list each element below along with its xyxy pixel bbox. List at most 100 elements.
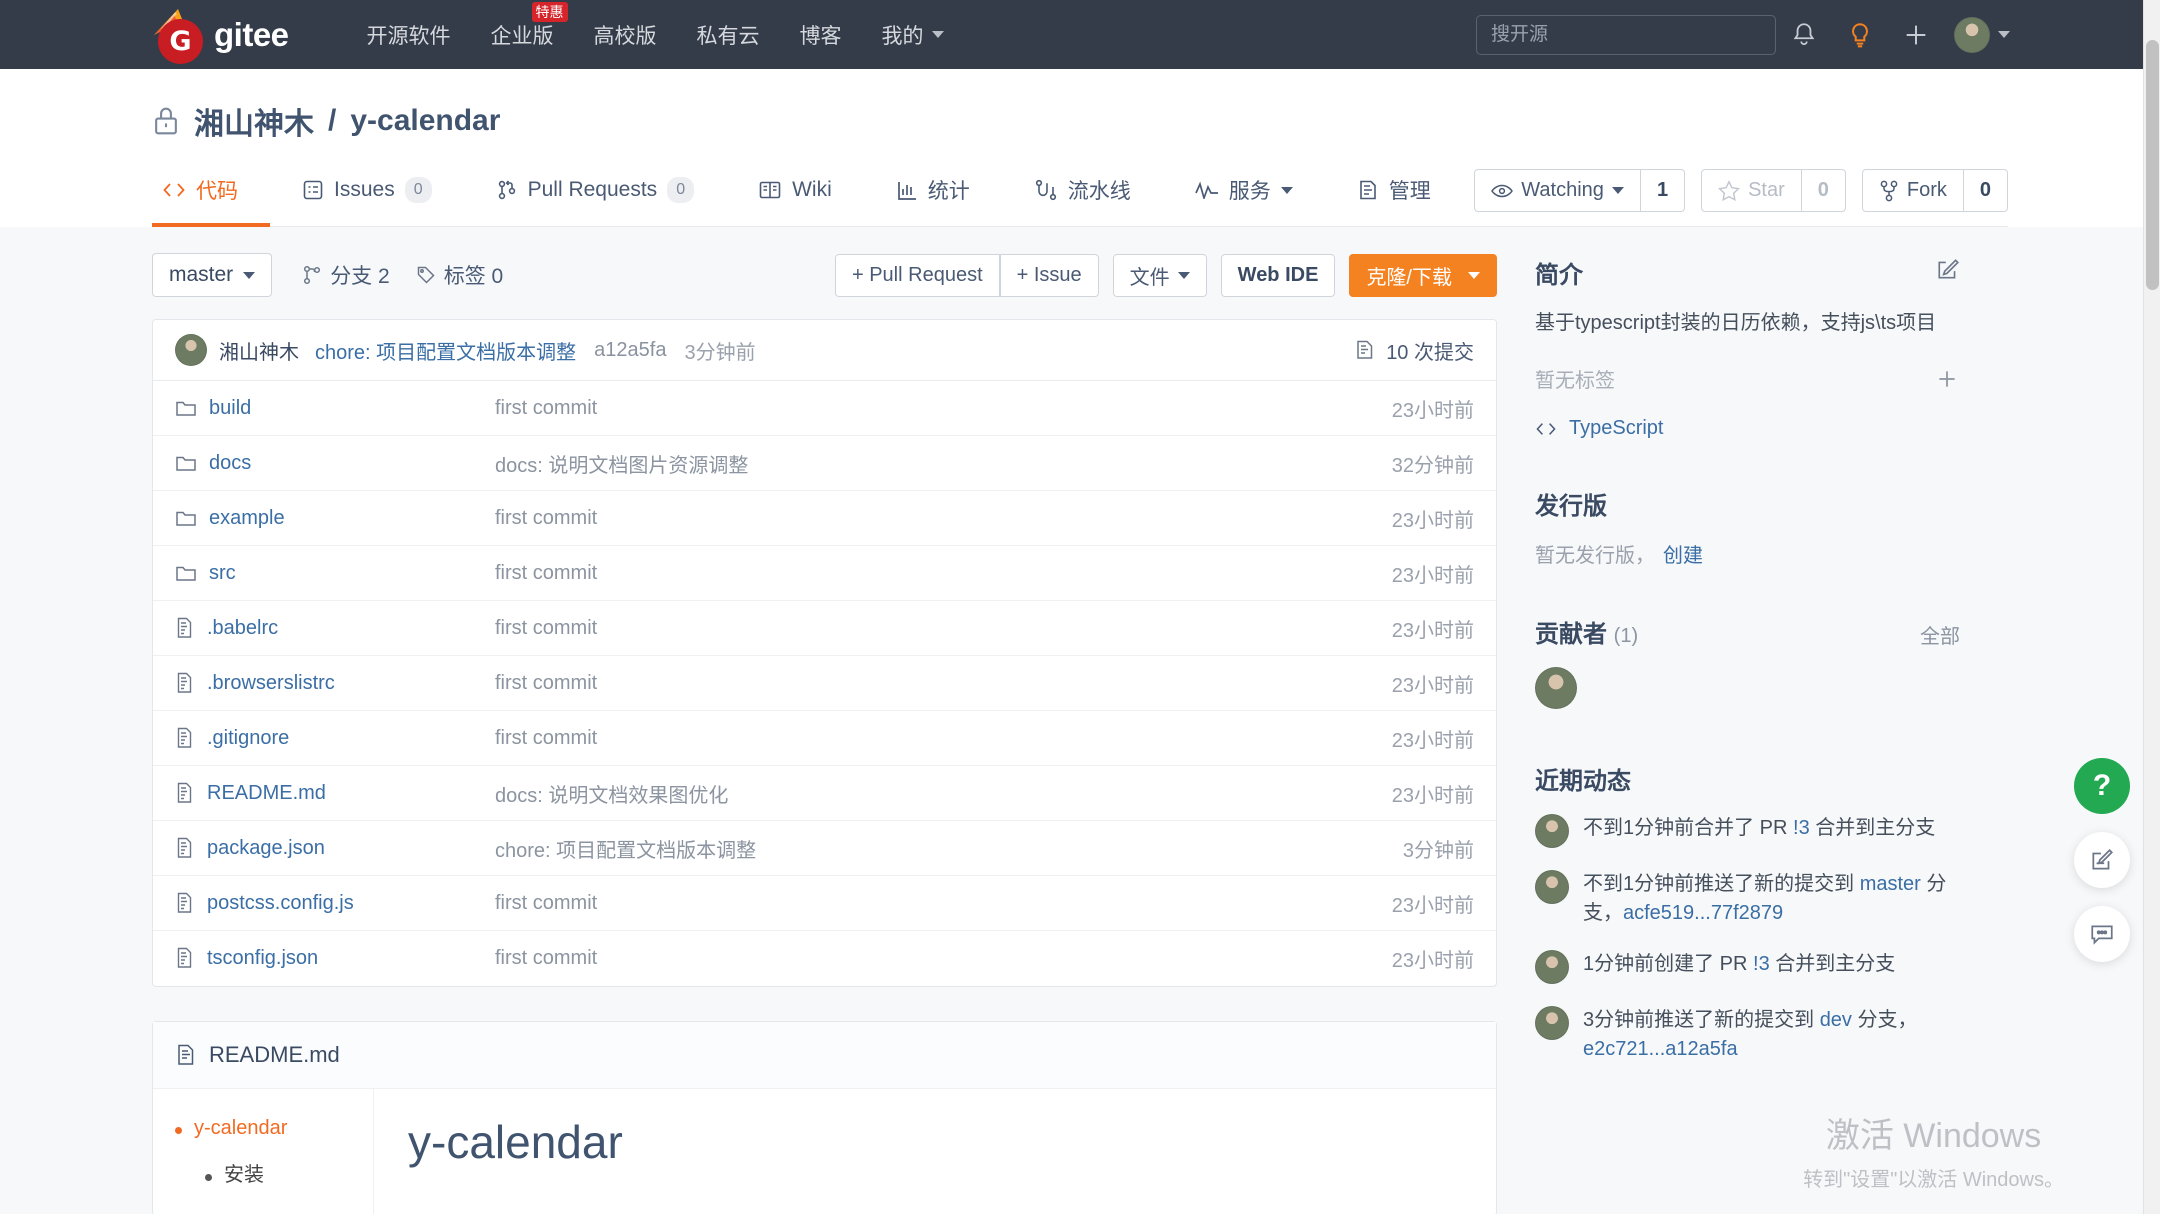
fork-count[interactable]: 0 (1963, 169, 2008, 212)
activity-commit-link[interactable]: acfe519...77f2879 (1623, 902, 1783, 924)
file-commit-message[interactable]: first commit (495, 617, 1392, 640)
readme-header: README.md (153, 1022, 1496, 1089)
avatar[interactable] (1535, 814, 1569, 848)
file-commit-message[interactable]: first commit (495, 507, 1392, 530)
edit-intro-button[interactable] (1936, 257, 1960, 281)
activity-link[interactable]: dev (1820, 1009, 1852, 1031)
nav-link-mine[interactable]: 我的 (862, 20, 964, 50)
file-name-link[interactable]: package.json (175, 837, 495, 860)
repo-language[interactable]: TypeScript (1535, 417, 1960, 440)
nav-link-opensource[interactable]: 开源软件 (347, 20, 471, 50)
activity-link[interactable]: !3 (1793, 817, 1810, 839)
scrollbar-thumb[interactable] (2146, 40, 2159, 290)
repo-name[interactable]: y-calendar (350, 104, 500, 138)
file-name-link[interactable]: postcss.config.js (175, 892, 495, 915)
file-name-label: docs (209, 451, 252, 474)
file-name-link[interactable]: src (175, 562, 495, 585)
tab-services[interactable]: 服务 (1163, 167, 1325, 227)
help-button[interactable]: ? (2074, 758, 2130, 814)
new-pull-request-button[interactable]: + Pull Request (834, 253, 1000, 297)
avatar[interactable] (1535, 1006, 1569, 1040)
file-commit-message[interactable]: first commit (495, 727, 1392, 750)
tab-wiki[interactable]: Wiki (726, 167, 864, 227)
tab-code[interactable]: 代码 (152, 167, 270, 227)
nav-link-label: 博客 (799, 24, 842, 48)
file-name-link[interactable]: .browserslistrc (175, 672, 495, 695)
tab-pull-requests[interactable]: Pull Requests 0 (464, 167, 726, 227)
commit-sha[interactable]: a12a5fa (594, 339, 666, 362)
commit-message[interactable]: chore: 项目配置文档版本调整 (315, 336, 576, 365)
nav-link-enterprise[interactable]: 企业版 特惠 (471, 1, 574, 50)
nav-link-blog[interactable]: 博客 (780, 20, 862, 50)
commits-count-label: 10 次提交 (1386, 341, 1474, 364)
file-name-link[interactable]: .gitignore (175, 727, 495, 750)
star-count[interactable]: 0 (1801, 169, 1846, 212)
file-name-label: .browserslistrc (207, 671, 335, 694)
file-icon (177, 837, 192, 858)
search-input[interactable] (1476, 14, 1776, 55)
avatar[interactable] (1535, 950, 1569, 984)
file-name-link[interactable]: README.md (175, 782, 495, 805)
plus-icon[interactable] (1888, 21, 1944, 49)
tab-issues[interactable]: Issues 0 (270, 167, 464, 227)
file-name-link[interactable]: example (175, 507, 495, 530)
folder-icon (176, 511, 196, 526)
new-issue-button[interactable]: + Issue (999, 253, 1099, 297)
star-button[interactable]: Star (1701, 169, 1802, 212)
file-commit-message[interactable]: docs: 说明文档效果图优化 (495, 779, 1392, 808)
notifications-bell-icon[interactable] (1776, 21, 1832, 49)
fork-button[interactable]: Fork (1861, 169, 1964, 212)
gitee-logo[interactable]: G gitee (152, 7, 289, 64)
file-commit-message[interactable]: first commit (495, 562, 1392, 585)
file-commit-message[interactable]: docs: 说明文档图片资源调整 (495, 449, 1392, 478)
file-name-link[interactable]: docs (175, 452, 495, 475)
contributors-all-link[interactable]: 全部 (1920, 620, 1960, 649)
toc-item-level2[interactable]: 安装 (205, 1158, 351, 1187)
web-ide-button[interactable]: Web IDE (1220, 253, 1336, 297)
clone-download-button[interactable]: 克隆/下载 (1349, 253, 1497, 297)
file-commit-message[interactable]: chore: 项目配置文档版本调整 (495, 834, 1403, 863)
floating-action-buttons: ? (2074, 758, 2130, 962)
file-name-label: tsconfig.json (207, 947, 319, 969)
feedback-button[interactable] (2074, 832, 2130, 888)
tags-link[interactable]: 标签 0 (416, 260, 503, 290)
tab-statistics[interactable]: 统计 (864, 167, 1002, 227)
plus-icon (1939, 370, 1955, 387)
user-avatar-menu[interactable] (1954, 16, 2010, 53)
add-tag-button[interactable] (1934, 366, 1960, 392)
file-commit-message[interactable]: first commit (495, 397, 1392, 420)
file-name-link[interactable]: tsconfig.json (175, 947, 495, 970)
contributor-list (1535, 667, 1960, 709)
branches-link[interactable]: 分支 2 (302, 260, 390, 290)
commit-author[interactable]: 湘山神木 (219, 336, 299, 365)
comment-button[interactable] (2074, 906, 2130, 962)
nav-link-privatecloud[interactable]: 私有云 (677, 20, 780, 50)
activity-link[interactable]: master (1860, 873, 1921, 895)
activity-link[interactable]: !3 (1753, 953, 1770, 975)
tab-pipeline[interactable]: 流水线 (1002, 167, 1163, 227)
files-dropdown-button[interactable]: 文件 (1112, 253, 1207, 297)
watch-count[interactable]: 1 (1640, 169, 1686, 212)
file-commit-message[interactable]: first commit (495, 947, 1392, 970)
nav-link-label: 企业版 (490, 24, 554, 48)
repo-owner[interactable]: 湘山神木 (194, 99, 314, 143)
lightbulb-icon[interactable] (1832, 21, 1888, 49)
toc-item-level1[interactable]: y-calendar (175, 1117, 351, 1140)
avatar[interactable] (1535, 667, 1577, 709)
activity-commit-link[interactable]: e2c721...a12a5fa (1583, 1038, 1738, 1060)
create-release-link[interactable]: 创建 (1663, 545, 1703, 567)
file-name-link[interactable]: build (175, 397, 495, 420)
branch-selector[interactable]: master (152, 253, 273, 297)
nav-link-university[interactable]: 高校版 (574, 20, 677, 50)
page-scrollbar[interactable] (2143, 0, 2160, 1214)
file-commit-message[interactable]: first commit (495, 672, 1392, 695)
avatar[interactable] (1535, 870, 1569, 904)
file-name-link[interactable]: .babelrc (175, 617, 495, 640)
commits-count-link[interactable]: 10 次提交 (1354, 336, 1474, 365)
folder-icon (176, 566, 196, 581)
star-button-group: Star 0 (1701, 169, 1846, 212)
top-navigation-bar: G gitee 开源软件 企业版 特惠 高校版 私有云 博客 我的 (0, 0, 2160, 69)
tab-manage[interactable]: 管理 (1325, 167, 1463, 227)
file-commit-message[interactable]: first commit (495, 892, 1392, 915)
watch-button[interactable]: Watching (1474, 169, 1641, 212)
